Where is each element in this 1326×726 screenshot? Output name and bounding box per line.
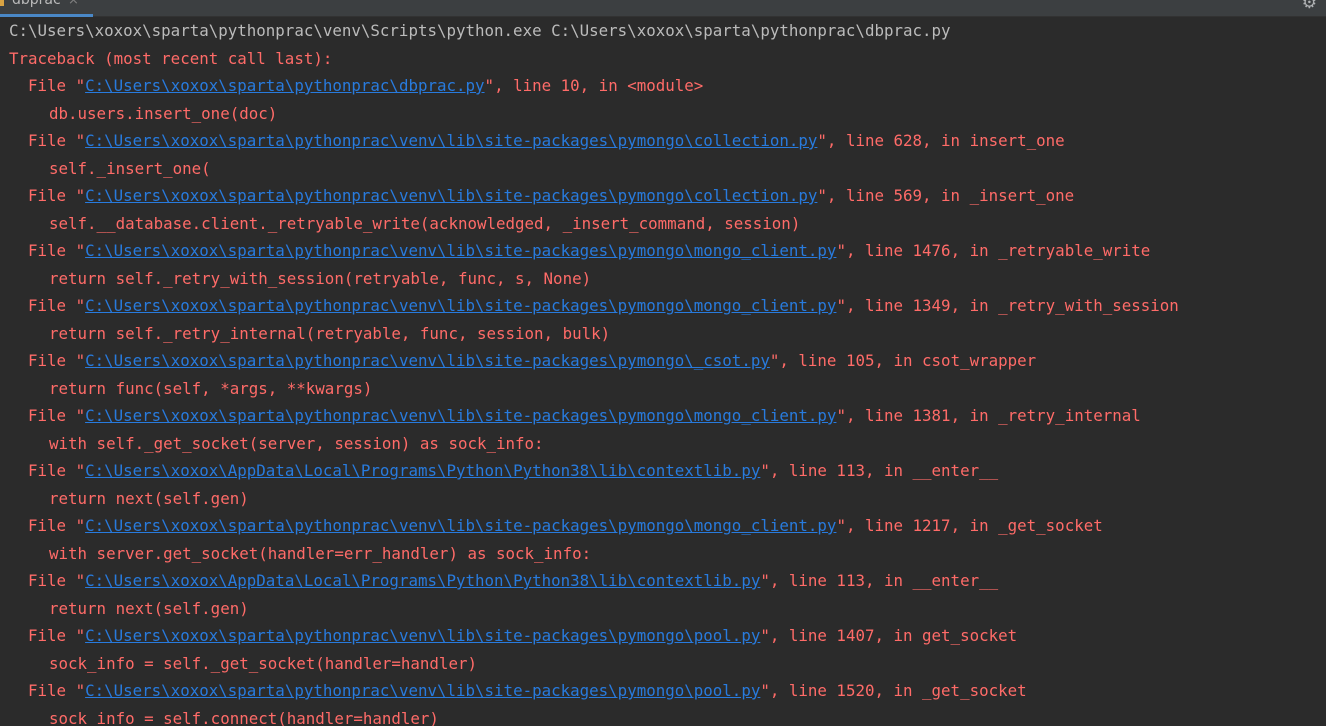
traceback-frame-code: return next(self.gen) — [49, 488, 249, 508]
traceback-frame-file-line: File "C:\Users\xoxox\sparta\pythonprac\d… — [9, 72, 703, 100]
frame-file-quote: " — [484, 76, 495, 95]
frame-location: , line 10, in <module> — [494, 76, 704, 95]
frame-file-prefix: File " — [9, 351, 86, 370]
traceback-frame-code: sock_info = self._get_socket(handler=han… — [49, 653, 477, 673]
frame-file-link[interactable]: C:\Users\xoxox\sparta\pythonprac\venv\li… — [85, 186, 817, 205]
traceback-header: Traceback (most recent call last): — [9, 48, 333, 68]
frame-file-quote: " — [760, 681, 770, 700]
frame-file-prefix: File " — [9, 76, 86, 95]
traceback-frame-code: return next(self.gen) — [49, 598, 249, 618]
frame-file-quote: " — [760, 461, 770, 480]
frame-location: , line 1381, in _retry_internal — [845, 406, 1141, 425]
traceback-frame-file-line: File "C:\Users\xoxox\AppData\Local\Progr… — [9, 567, 998, 595]
frame-file-prefix: File " — [9, 681, 86, 700]
frame-file-quote: " — [760, 626, 770, 645]
frame-file-prefix: File " — [9, 626, 86, 645]
traceback-frame-code: sock_info = self.connect(handler=handler… — [49, 708, 439, 726]
frame-file-prefix: File " — [9, 186, 86, 205]
traceback-frame-file-line: File "C:\Users\xoxox\sparta\pythonprac\v… — [9, 237, 1150, 265]
traceback-frame-code: self.__database.client._retryable_write(… — [49, 213, 801, 233]
tab-dbprac[interactable]: dbprac × — [0, 0, 93, 17]
traceback-frame-code: with self._get_socket(server, session) a… — [49, 433, 544, 453]
frame-location: , line 113, in __enter__ — [769, 461, 999, 480]
frame-file-link[interactable]: C:\Users\xoxox\sparta\pythonprac\venv\li… — [85, 241, 836, 260]
frame-location: , line 569, in _insert_one — [826, 186, 1075, 205]
run-console-output[interactable]: C:\Users\xoxox\sparta\pythonprac\venv\Sc… — [0, 17, 1326, 726]
frame-file-quote: " — [817, 131, 827, 150]
frame-file-link[interactable]: C:\Users\xoxox\sparta\pythonprac\dbprac.… — [85, 76, 484, 95]
frame-file-quote: " — [836, 241, 846, 260]
frame-file-link[interactable]: C:\Users\xoxox\sparta\pythonprac\venv\li… — [85, 626, 760, 645]
frame-location: , line 628, in insert_one — [826, 131, 1065, 150]
frame-file-link[interactable]: C:\Users\xoxox\sparta\pythonprac\venv\li… — [85, 681, 760, 700]
traceback-frame-file-line: File "C:\Users\xoxox\sparta\pythonprac\v… — [9, 292, 1179, 320]
frame-file-link[interactable]: C:\Users\xoxox\sparta\pythonprac\venv\li… — [85, 406, 836, 425]
frame-location: , line 1407, in get_socket — [769, 626, 1018, 645]
frame-file-prefix: File " — [9, 241, 86, 260]
traceback-frame-code: return func(self, *args, **kwargs) — [49, 378, 373, 398]
frame-file-quote: " — [836, 406, 846, 425]
frame-file-prefix: File " — [9, 296, 86, 315]
traceback-frame-code: with server.get_socket(handler=err_handl… — [49, 543, 592, 563]
traceback-frame-code: self._insert_one( — [49, 158, 211, 178]
frame-file-link[interactable]: C:\Users\xoxox\AppData\Local\Programs\Py… — [85, 571, 760, 590]
python-file-icon — [0, 0, 4, 6]
frame-location: , line 1217, in _get_socket — [845, 516, 1103, 535]
traceback-frame-file-line: File "C:\Users\xoxox\sparta\pythonprac\v… — [9, 182, 1074, 210]
frame-file-prefix: File " — [9, 516, 86, 535]
gear-icon[interactable]: ⚙ — [1302, 0, 1317, 13]
traceback-frame-code: return self._retry_internal(retryable, f… — [49, 323, 611, 343]
frame-file-link[interactable]: C:\Users\xoxox\sparta\pythonprac\venv\li… — [85, 131, 817, 150]
frame-location: , line 1476, in _retryable_write — [845, 241, 1151, 260]
traceback-frame-file-line: File "C:\Users\xoxox\sparta\pythonprac\v… — [9, 127, 1065, 155]
frame-file-quote: " — [836, 296, 846, 315]
frame-file-prefix: File " — [9, 131, 86, 150]
traceback-frame-file-line: File "C:\Users\xoxox\sparta\pythonprac\v… — [9, 622, 1017, 650]
traceback-frame-file-line: File "C:\Users\xoxox\sparta\pythonprac\v… — [9, 677, 1027, 705]
frame-file-quote: " — [817, 186, 827, 205]
traceback-frame-file-line: File "C:\Users\xoxox\sparta\pythonprac\v… — [9, 402, 1141, 430]
frame-file-link[interactable]: C:\Users\xoxox\sparta\pythonprac\venv\li… — [85, 296, 836, 315]
traceback-frame-code: return self._retry_with_session(retryabl… — [49, 268, 592, 288]
run-command-line: C:\Users\xoxox\sparta\pythonprac\venv\Sc… — [9, 21, 951, 40]
tab-title: dbprac — [12, 0, 61, 8]
frame-file-quote: " — [769, 351, 780, 370]
traceback-frame-file-line: File "C:\Users\xoxox\sparta\pythonprac\v… — [9, 512, 1103, 540]
frame-file-link[interactable]: C:\Users\xoxox\sparta\pythonprac\venv\li… — [85, 351, 770, 370]
frame-location: , line 1349, in _retry_with_session — [845, 296, 1179, 315]
frame-file-quote: " — [836, 516, 846, 535]
traceback-frame-code: db.users.insert_one(doc) — [49, 103, 278, 123]
frame-location: , line 1520, in _get_socket — [769, 681, 1027, 700]
frame-file-quote: " — [760, 571, 770, 590]
frame-location: , line 113, in __enter__ — [769, 571, 999, 590]
frame-file-link[interactable]: C:\Users\xoxox\sparta\pythonprac\venv\li… — [85, 516, 836, 535]
editor-tab-bar: dbprac × ⚙ — [0, 0, 1326, 17]
frame-file-prefix: File " — [9, 571, 86, 590]
frame-file-link[interactable]: C:\Users\xoxox\AppData\Local\Programs\Py… — [85, 461, 760, 480]
traceback-frame-file-line: File "C:\Users\xoxox\AppData\Local\Progr… — [9, 457, 998, 485]
close-icon[interactable]: × — [68, 0, 79, 7]
frame-location: , line 105, in csot_wrapper — [779, 351, 1037, 370]
traceback-frame-file-line: File "C:\Users\xoxox\sparta\pythonprac\v… — [9, 347, 1036, 375]
frame-file-prefix: File " — [9, 461, 86, 480]
frame-file-prefix: File " — [9, 406, 86, 425]
